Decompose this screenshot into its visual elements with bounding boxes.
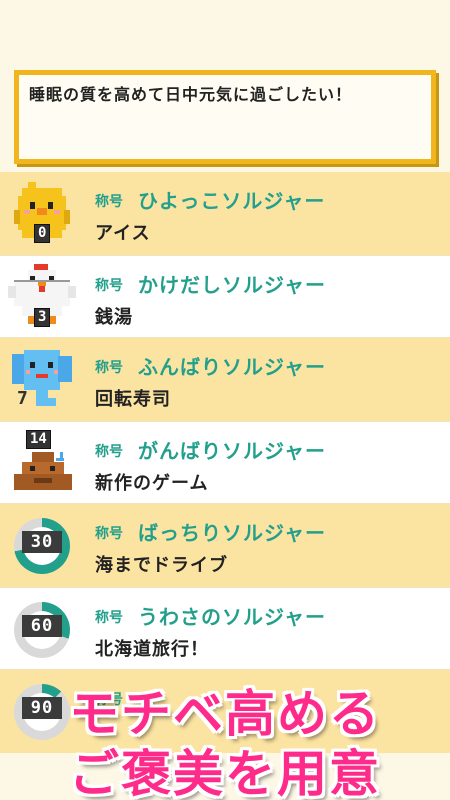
- rank-title: がんばりソルジャー: [138, 439, 326, 463]
- reward-text: 銭湯: [95, 307, 133, 328]
- level-badge: 0: [34, 224, 51, 243]
- reward-row[interactable]: 0 称号 ひよっこソルジャー アイス: [0, 172, 450, 255]
- title-label: 称号: [95, 444, 123, 460]
- chicken-icon: 3: [8, 264, 76, 332]
- level-badge: 60: [22, 615, 62, 637]
- elephant-icon: 7: [8, 346, 76, 414]
- goal-text: 睡眠の質を高めて日中元気に過ごしたい！: [29, 85, 353, 104]
- reward-text: 回転寿司: [95, 389, 171, 410]
- reward-text: 新作のゲーム: [95, 473, 209, 494]
- rank-title: ふんばりソルジャー: [138, 355, 326, 379]
- rank-title: うわさのソルジャー: [138, 605, 326, 629]
- chick-icon: 0: [8, 180, 76, 248]
- reward-text: 北海道旅行！: [95, 639, 209, 660]
- title-label: 称号: [95, 194, 123, 210]
- progress-ring-icon: 30: [8, 512, 76, 580]
- level-badge: 30: [22, 531, 62, 553]
- rank-title: かけだしソルジャー: [138, 273, 326, 297]
- promo-banner: モチベ高める ご褒美を用意: [0, 672, 450, 800]
- reward-row[interactable]: 3 称号 かけだしソルジャー 銭湯: [0, 255, 450, 338]
- title-label: 称号: [95, 526, 123, 542]
- reward-row[interactable]: 14 称号 がんばりソルジャー 新作のゲーム: [0, 421, 450, 504]
- title-label: 称号: [95, 278, 123, 294]
- rank-title: ばっちりソルジャー: [138, 521, 326, 545]
- goal-box[interactable]: 睡眠の質を高めて日中元気に過ごしたい！: [14, 70, 436, 164]
- rank-title: ひよっこソルジャー: [138, 189, 326, 213]
- reward-row[interactable]: 60 称号 うわさのソルジャー 北海道旅行！: [0, 587, 450, 670]
- banner-line-2: ご褒美を用意: [69, 745, 381, 800]
- reward-row[interactable]: 7 称号 ふんばりソルジャー 回転寿司: [0, 338, 450, 421]
- poop-icon: 14: [8, 430, 76, 498]
- title-label: 称号: [95, 360, 123, 376]
- level-badge: 14: [26, 430, 51, 449]
- title-label: 称号: [95, 610, 123, 626]
- reward-list: 0 称号 ひよっこソルジャー アイス 3 称号 かけだしソルジャー 銭湯 7 称…: [0, 172, 450, 753]
- reward-row[interactable]: 30 称号 ばっちりソルジャー 海までドライブ: [0, 504, 450, 587]
- level-badge: 3: [34, 308, 51, 327]
- reward-text: アイス: [95, 223, 151, 244]
- reward-text: 海までドライブ: [95, 555, 228, 576]
- level-badge: 7: [17, 388, 28, 409]
- progress-ring-icon: 60: [8, 596, 76, 664]
